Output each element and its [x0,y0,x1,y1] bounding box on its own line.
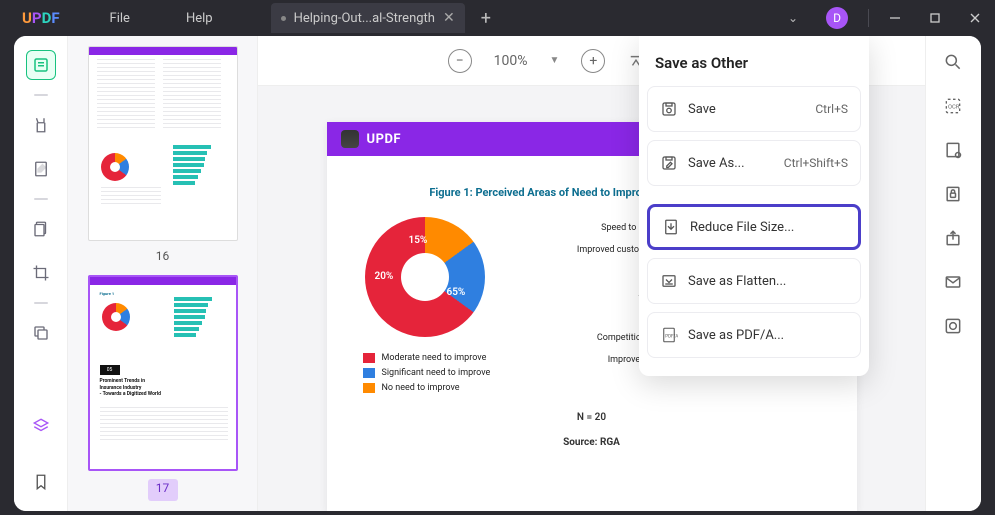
main-area: − 100% ▼ + UPDF Figure 1: Perceived Area… [258,36,925,511]
search-icon[interactable] [943,52,965,74]
save-as-other-dropdown: Save as Other Save Ctrl+S Save As... Ctr… [639,36,869,376]
window-close-button[interactable] [955,0,995,36]
sample-size: N = 20 [355,412,829,423]
save-icon [660,100,678,118]
layers-tool[interactable] [26,411,56,441]
batch-tool[interactable] [26,318,56,348]
thumbnail-panel: 16 Figure 1 05 Prominent Trends in Insur… [68,36,258,511]
page-tool[interactable] [26,214,56,244]
email-icon[interactable] [943,272,965,294]
reduce-size-icon [662,218,680,236]
right-toolbar: OCR [925,36,981,511]
document-tab[interactable]: Helping-Out...al-Strength ✕ [271,3,465,33]
zoom-value: 100% [494,53,528,69]
thumbnail-page-16[interactable] [88,46,238,241]
doc-logo-text: UPDF [367,132,402,147]
menu-help[interactable]: Help [158,11,241,26]
tab-indicator-icon [281,16,286,21]
save-as-icon [660,154,678,172]
new-tab-button[interactable]: + [481,8,491,29]
thumbnail-label-17: 17 [148,479,178,501]
divider [868,9,869,27]
toolbar-separator [34,302,48,304]
svg-text:OCR: OCR [948,105,960,111]
user-avatar[interactable]: D [826,7,848,29]
zoom-in-button[interactable]: + [581,49,605,73]
zoom-dropdown-icon[interactable]: ▼ [549,55,559,66]
flatten-icon [660,272,678,290]
window-minimize-button[interactable] [875,0,915,36]
donut-chart: 15% 20% 65% [365,217,485,337]
print-icon[interactable] [943,316,965,338]
thumbnail-label-16: 16 [86,247,239,269]
edit-tool[interactable] [26,154,56,184]
chart-legend: Moderate need to improve Significant nee… [363,353,505,393]
workspace: 16 Figure 1 05 Prominent Trends in Insur… [14,36,981,511]
bookmark-tool[interactable] [26,467,56,497]
form-icon[interactable] [943,140,965,162]
titlebar: UPDF File Help Helping-Out...al-Strength… [0,0,995,36]
left-toolbar [14,36,68,511]
menu-file[interactable]: File [82,11,158,26]
chart-source: Source: RGA [355,437,829,448]
share-icon[interactable] [943,228,965,250]
toolbar-separator [34,94,48,96]
svg-text:PDF/A: PDF/A [665,333,678,339]
doc-logo-icon [341,130,359,148]
save-as-flatten-button[interactable]: Save as Flatten... [647,258,861,304]
toolbar-separator [34,198,48,200]
reader-tool[interactable] [26,50,56,80]
save-as-pdfa-button[interactable]: PDF/A Save as PDF/A... [647,312,861,358]
save-button[interactable]: Save Ctrl+S [647,86,861,132]
tab-overflow-chevron-icon[interactable]: ⌄ [774,11,812,25]
protect-icon[interactable] [943,184,965,206]
tab-close-icon[interactable]: ✕ [443,10,455,26]
reduce-file-size-button[interactable]: Reduce File Size... [647,204,861,250]
comment-tool[interactable] [26,110,56,140]
dropdown-title: Save as Other [647,52,861,86]
ocr-icon[interactable]: OCR [943,96,965,118]
window-maximize-button[interactable] [915,0,955,36]
pdfa-icon: PDF/A [660,326,678,344]
thumbnail-page-17[interactable]: Figure 1 05 Prominent Trends in Insuranc… [88,275,238,471]
tab-title: Helping-Out...al-Strength [294,11,435,26]
app-logo: UPDF [0,9,82,27]
save-as-button[interactable]: Save As... Ctrl+Shift+S [647,140,861,186]
zoom-out-button[interactable]: − [448,49,472,73]
crop-tool[interactable] [26,258,56,288]
